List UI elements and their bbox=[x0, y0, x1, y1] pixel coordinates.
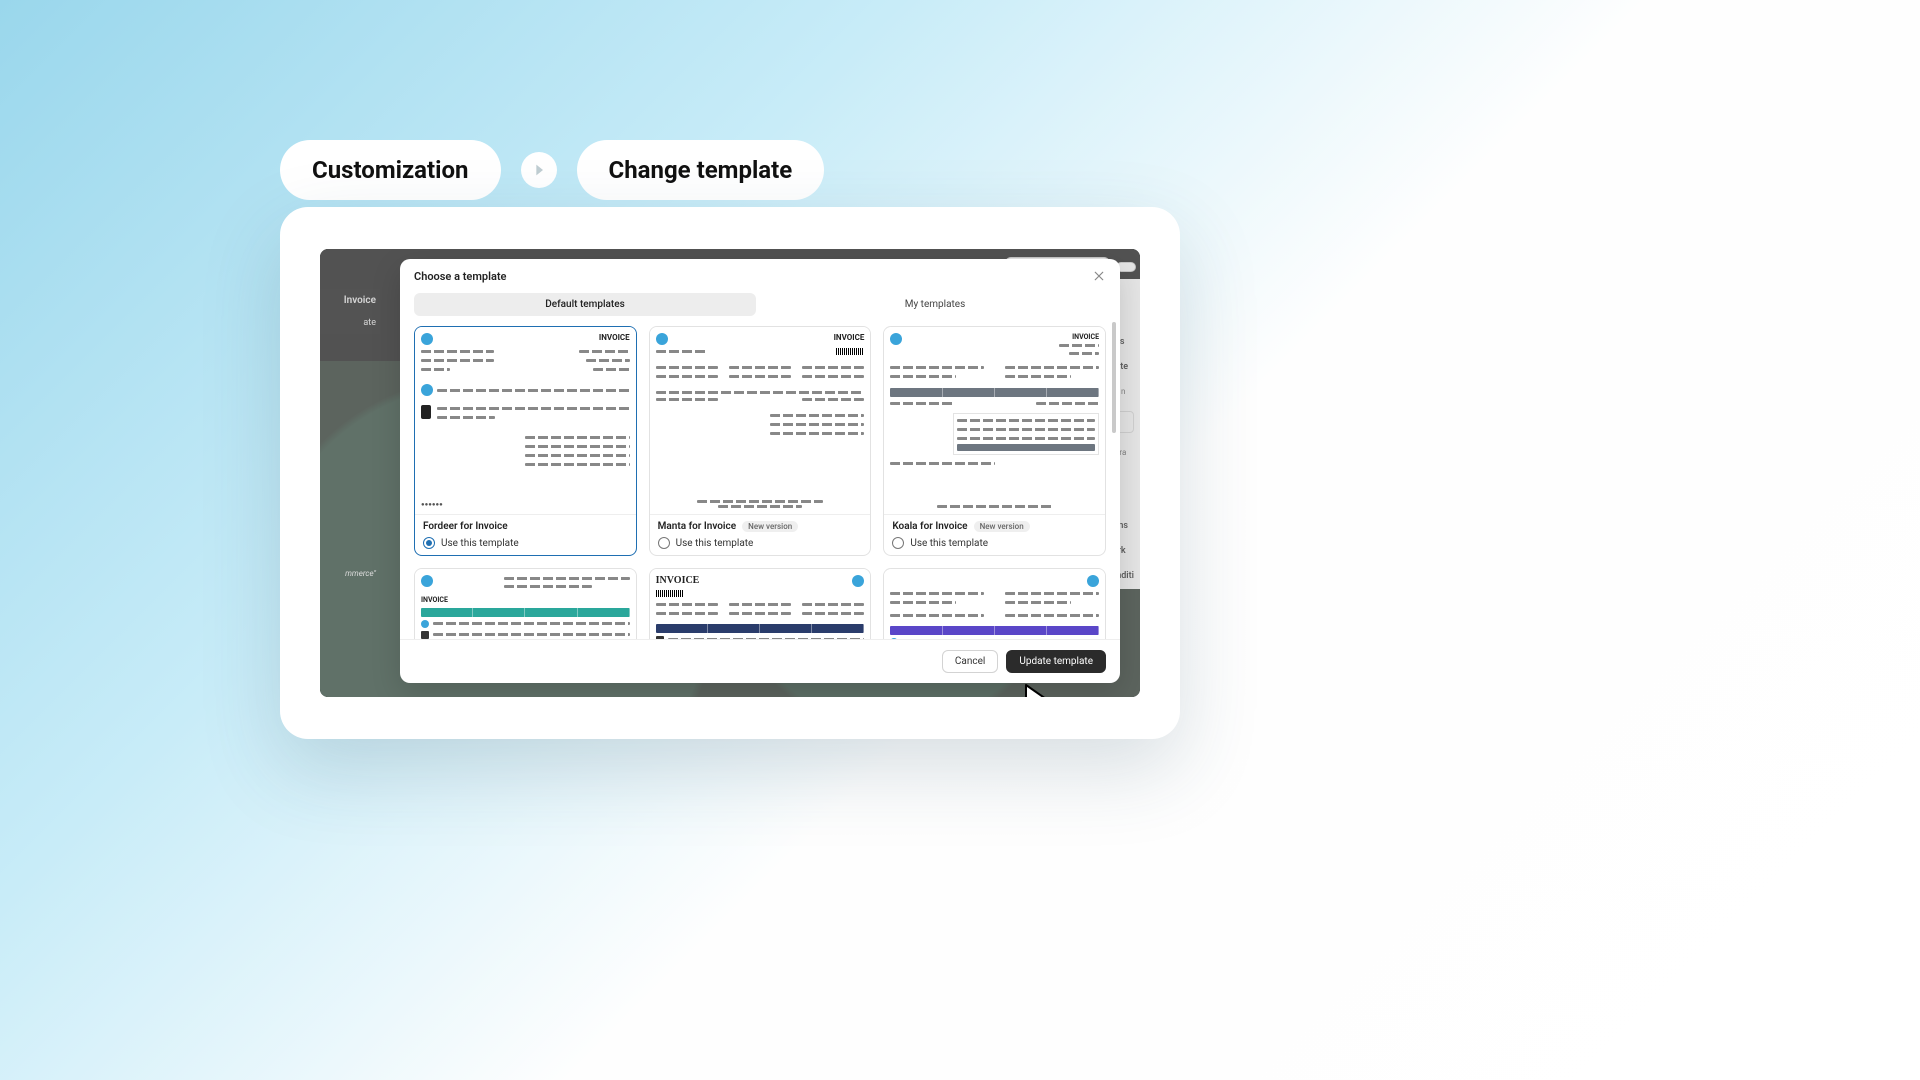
crumb-customization[interactable]: Customization bbox=[280, 140, 501, 200]
new-version-badge: New version bbox=[974, 521, 1030, 532]
scrollbar-thumb[interactable] bbox=[1112, 322, 1116, 433]
radio-icon bbox=[892, 537, 904, 549]
template-card-row2-b[interactable]: INVOICE bbox=[649, 568, 872, 639]
product-icon bbox=[421, 405, 431, 419]
template-preview: INVOICE bbox=[650, 327, 871, 514]
screenshot-card: Change order preview Invoice ate mmerce"… bbox=[280, 207, 1180, 739]
modal-footer: Cancel Update template bbox=[400, 639, 1120, 683]
use-template-label: Use this template bbox=[676, 538, 754, 549]
app-window: Change order preview Invoice ate mmerce"… bbox=[320, 249, 1140, 697]
logo-icon bbox=[421, 333, 433, 345]
template-card-koala[interactable]: INVOICE bbox=[883, 326, 1106, 556]
template-name: Manta for Invoice bbox=[658, 521, 736, 532]
modal-title: Choose a template bbox=[414, 270, 506, 283]
logo-icon bbox=[852, 575, 864, 587]
template-card-row2-c[interactable] bbox=[883, 568, 1106, 639]
invoice-title: INVOICE bbox=[834, 333, 865, 345]
choose-template-modal: Choose a template Default templates My t… bbox=[400, 259, 1120, 683]
use-template-radio[interactable]: Use this template bbox=[892, 537, 1097, 549]
use-template-label: Use this template bbox=[910, 538, 988, 549]
barcode-icon bbox=[836, 348, 864, 355]
template-name: Fordeer for Invoice bbox=[423, 521, 508, 532]
template-name: Koala for Invoice bbox=[892, 521, 967, 532]
template-card-row2-a[interactable]: INVOICE bbox=[414, 568, 637, 639]
logo-icon bbox=[656, 333, 668, 345]
logo-icon bbox=[890, 638, 898, 639]
template-preview bbox=[884, 569, 1105, 639]
template-preview: INVOICE bbox=[415, 569, 636, 639]
use-template-radio[interactable]: Use this template bbox=[423, 537, 628, 549]
breadcrumb: Customization Change template bbox=[280, 140, 824, 200]
invoice-title: INVOICE bbox=[599, 333, 630, 345]
use-template-label: Use this template bbox=[441, 538, 519, 549]
cancel-button[interactable]: Cancel bbox=[942, 650, 998, 673]
crumb-change-template[interactable]: Change template bbox=[577, 140, 825, 200]
new-version-badge: New version bbox=[742, 521, 798, 532]
logo-icon bbox=[1087, 575, 1099, 587]
tab-my-templates[interactable]: My templates bbox=[764, 293, 1106, 316]
logo-icon bbox=[890, 333, 902, 345]
logo-icon bbox=[421, 384, 433, 396]
update-template-button[interactable]: Update template bbox=[1006, 650, 1106, 673]
invoice-title: INVOICE bbox=[421, 596, 630, 604]
invoice-title: INVOICE bbox=[656, 575, 700, 587]
logo-icon bbox=[421, 620, 429, 628]
tab-default-templates[interactable]: Default templates bbox=[414, 293, 756, 316]
template-preview: INVOICE bbox=[884, 327, 1105, 514]
template-preview: INVOICE bbox=[415, 327, 636, 514]
template-preview: INVOICE bbox=[650, 569, 871, 639]
template-tabs: Default templates My templates bbox=[400, 293, 1120, 322]
template-grid: INVOICE bbox=[414, 326, 1106, 639]
barcode-icon bbox=[656, 590, 684, 597]
radio-icon bbox=[658, 537, 670, 549]
chevron-right-icon bbox=[521, 152, 557, 188]
use-template-radio[interactable]: Use this template bbox=[658, 537, 863, 549]
product-icon bbox=[656, 636, 664, 639]
template-card-manta[interactable]: INVOICE bbox=[649, 326, 872, 556]
logo-icon bbox=[421, 575, 433, 587]
invoice-title: INVOICE bbox=[1072, 333, 1099, 341]
product-icon bbox=[421, 631, 429, 639]
close-icon[interactable] bbox=[1092, 269, 1106, 283]
scrollbar[interactable] bbox=[1112, 322, 1116, 639]
radio-icon bbox=[423, 537, 435, 549]
template-card-fordeer[interactable]: INVOICE bbox=[414, 326, 637, 556]
modal-body: INVOICE bbox=[400, 322, 1120, 639]
